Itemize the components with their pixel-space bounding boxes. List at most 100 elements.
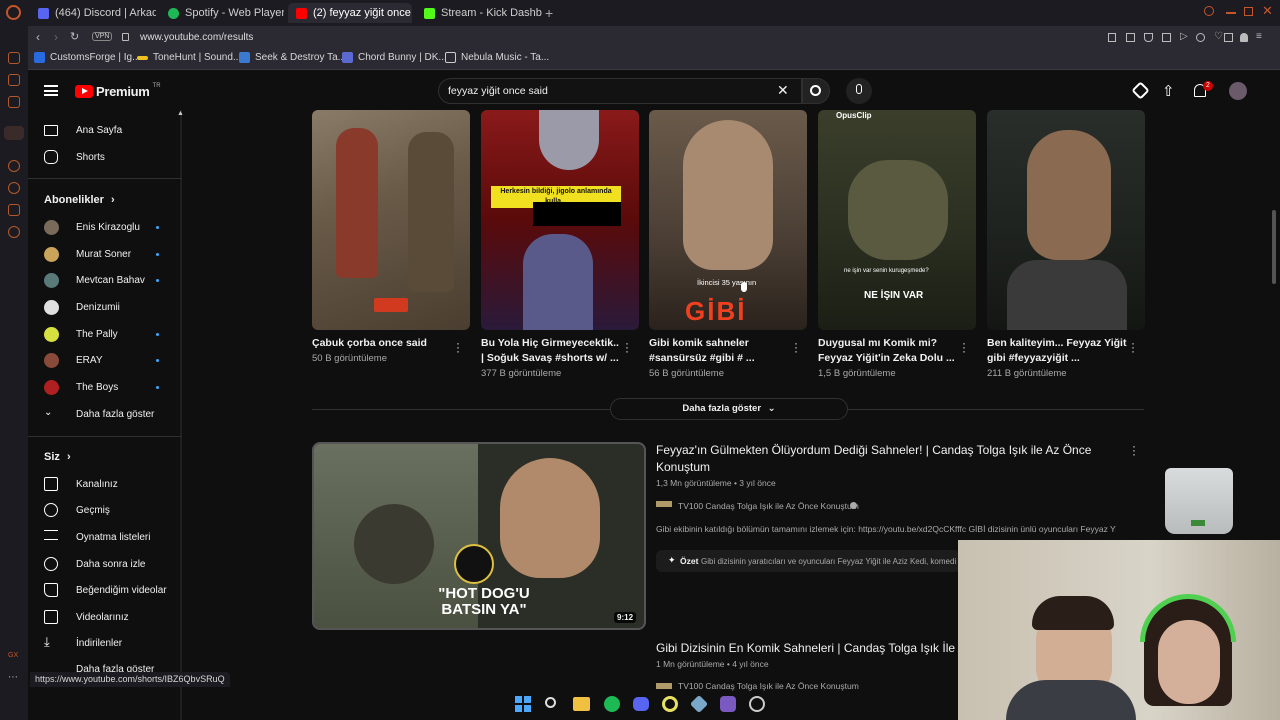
- subscriptions-show-more[interactable]: ⌄ Daha fazla göster: [42, 401, 182, 427]
- file-explorer-icon[interactable]: [573, 697, 590, 711]
- menu-icon[interactable]: ≡: [1256, 31, 1262, 42]
- forward-icon[interactable]: ›: [54, 30, 58, 44]
- heart-icon[interactable]: ♡: [1214, 31, 1223, 42]
- sidebar-item-playlists[interactable]: Oynatma listeleri: [42, 524, 182, 550]
- sidebar-item-history[interactable]: Geçmiş: [42, 497, 182, 523]
- tab-discord[interactable]: (464) Discord | Arkadaşlar: [30, 3, 156, 23]
- new-tab-plus-icon[interactable]: +: [545, 5, 553, 21]
- clear-search-icon[interactable]: ✕: [777, 82, 789, 99]
- lock-icon[interactable]: [122, 33, 129, 41]
- sidebar-item-more[interactable]: Daha fazla göster: [42, 658, 182, 672]
- bookmark-tonehunt[interactable]: ToneHunt | Sound...: [137, 52, 241, 63]
- account-avatar[interactable]: [1229, 82, 1247, 100]
- sidebar-item-your-channel[interactable]: Kanalınız: [42, 471, 182, 497]
- video-title-link[interactable]: Feyyaz'ın Gülmekten Ölüyordum Dediği Sah…: [656, 442, 1116, 476]
- shorts-show-more-button[interactable]: Daha fazla göster ⌄: [610, 398, 848, 420]
- short-thumbnail[interactable]: [312, 110, 470, 330]
- page-scrollbar[interactable]: [1272, 210, 1276, 284]
- tab-youtube[interactable]: (2) feyyaz yiğit once said: [288, 3, 412, 23]
- sidebar-item-liked-videos[interactable]: Beğendiğim videolar: [42, 577, 182, 603]
- app-taskbar-icon[interactable]: [689, 694, 709, 714]
- upload-icon[interactable]: ⇧: [1162, 82, 1175, 100]
- sidebar-item-home[interactable]: Ana Sayfa: [42, 117, 182, 143]
- sidebar-music-icon[interactable]: [8, 96, 20, 108]
- hamburger-menu-icon[interactable]: [44, 85, 58, 96]
- channel-avatar[interactable]: [656, 501, 672, 507]
- short-info[interactable]: Duygusal mı Komik mi? Feyyaz Yiğit'in Ze…: [818, 336, 958, 381]
- sidebar-youtube-icon[interactable]: [4, 126, 24, 140]
- maximize-icon[interactable]: [1244, 7, 1253, 16]
- sidebar-gx-icon[interactable]: GX: [8, 652, 18, 659]
- spotify-taskbar-icon[interactable]: [604, 696, 620, 712]
- shield-icon[interactable]: [1144, 33, 1153, 42]
- subscription-item[interactable]: ERAY: [42, 347, 182, 373]
- extensions-icon[interactable]: [1224, 33, 1233, 42]
- channel-name-link[interactable]: TV100 Candaş Tolga Işık ile Az Önce Konu…: [678, 501, 859, 511]
- back-icon[interactable]: ‹: [36, 30, 40, 44]
- sidebar-settings-icon[interactable]: [8, 226, 20, 238]
- play-icon[interactable]: ▷: [1180, 31, 1188, 42]
- youtube-premium-logo[interactable]: Premium TR: [75, 83, 161, 99]
- short-info[interactable]: Ben kaliteyim... Feyyaz Yiğit gibi #feyy…: [987, 336, 1127, 381]
- short-thumbnail[interactable]: Herkesin bildiği, jigolo anlamında kulla…: [481, 110, 639, 330]
- video-title-link[interactable]: Gibi Dizisinin En Komik Sahneleri | Cand…: [656, 640, 961, 657]
- minimize-icon[interactable]: [1226, 12, 1236, 14]
- search-button[interactable]: [802, 78, 830, 104]
- video-thumbnail[interactable]: "HOT DOG'U BATSIN YA" 9:12: [312, 442, 646, 630]
- windows-start-icon[interactable]: [515, 696, 531, 712]
- profile-icon[interactable]: [1240, 33, 1248, 42]
- sidebar-clock-icon[interactable]: [8, 182, 20, 194]
- subscription-item[interactable]: The Boys: [42, 374, 182, 400]
- sidebar-item-shorts[interactable]: Shorts: [42, 144, 182, 170]
- search-tabs-icon[interactable]: [1204, 6, 1214, 16]
- obs-taskbar-icon[interactable]: [749, 696, 765, 712]
- short-info[interactable]: Çabuk çorba once said 50 B görüntüleme: [312, 336, 452, 366]
- vpn-badge[interactable]: VPN: [92, 32, 113, 41]
- bookmark-customsforge[interactable]: CustomsForge | Ig...: [34, 52, 140, 63]
- short-menu-icon[interactable]: · · ·: [794, 337, 798, 357]
- vpn-icon[interactable]: [1196, 33, 1205, 42]
- channel-avatar[interactable]: [656, 683, 672, 689]
- taskbar-search-icon[interactable]: [545, 697, 556, 708]
- discord-taskbar-icon[interactable]: [633, 697, 649, 711]
- subscription-item[interactable]: Enis Kirazoglu: [42, 214, 182, 240]
- sidebar-workspace-icon[interactable]: [8, 74, 20, 86]
- short-info[interactable]: Bu Yola Hiç Girmeyecektik.. | Soğuk Sava…: [481, 336, 621, 381]
- voice-search-button[interactable]: [846, 78, 872, 104]
- short-menu-icon[interactable]: · · ·: [625, 337, 629, 357]
- opera-logo-icon[interactable]: [6, 5, 21, 20]
- ai-summary-chip[interactable]: ✦ Özet Gibi dizisinin yaratıcıları ve oy…: [656, 550, 960, 572]
- video-menu-icon[interactable]: · · ·: [1132, 440, 1136, 460]
- short-thumbnail[interactable]: OpusClip ne işin var senin kurugeşmede? …: [818, 110, 976, 330]
- sidebar-messenger-icon[interactable]: [8, 52, 20, 64]
- url-field[interactable]: www.youtube.com/results: [140, 32, 253, 43]
- tab-spotify[interactable]: Spotify - Web Player: Her: [160, 3, 284, 23]
- subscriptions-heading[interactable]: Abonelikler ›: [44, 194, 115, 206]
- reload-icon[interactable]: ↻: [70, 30, 79, 43]
- subscription-item[interactable]: Mevtcan Bahav: [42, 267, 182, 293]
- snapshot-icon[interactable]: [1126, 33, 1135, 42]
- sidebar-item-downloads[interactable]: ⤓ İndirilenler: [42, 630, 182, 656]
- channel-name-link[interactable]: TV100 Candaş Tolga Işık ile Az Önce Konu…: [678, 681, 859, 691]
- bookmark-icon[interactable]: [1108, 33, 1116, 42]
- bookmark-seek-destroy[interactable]: Seek & Destroy Ta...: [239, 52, 346, 63]
- short-menu-icon[interactable]: · · ·: [962, 337, 966, 357]
- sidebar-item-watch-later[interactable]: Daha sonra izle: [42, 551, 182, 577]
- short-menu-icon[interactable]: · · ·: [456, 337, 460, 357]
- tab-kick[interactable]: Stream - Kick Dashboard: [416, 3, 542, 23]
- create-sparkle-icon[interactable]: [1131, 81, 1150, 100]
- search-input[interactable]: feyyaz yiğit once said ✕: [438, 78, 802, 104]
- sidebar-more-icon[interactable]: ⋯: [8, 672, 18, 683]
- stream-app-taskbar-icon[interactable]: [720, 696, 736, 712]
- short-thumbnail[interactable]: İkincisi 35 yaşının GİBİ: [649, 110, 807, 330]
- you-heading[interactable]: Siz ›: [44, 451, 71, 463]
- subscription-item[interactable]: Murat Soner: [42, 241, 182, 267]
- subscription-item[interactable]: Denizumii: [42, 294, 182, 320]
- short-info[interactable]: Gibi komik sahneler #sansürsüz #gibi # .…: [649, 336, 789, 381]
- short-menu-icon[interactable]: · · ·: [1131, 337, 1135, 357]
- sidebar-history-icon[interactable]: [8, 160, 20, 172]
- sidebar-downloads-icon[interactable]: [8, 204, 20, 216]
- close-window-icon[interactable]: ✕: [1262, 3, 1273, 19]
- sidebar-item-your-videos[interactable]: Videolarınız: [42, 604, 182, 630]
- bookmark-nebula[interactable]: Nebula Music - Ta...: [445, 52, 549, 63]
